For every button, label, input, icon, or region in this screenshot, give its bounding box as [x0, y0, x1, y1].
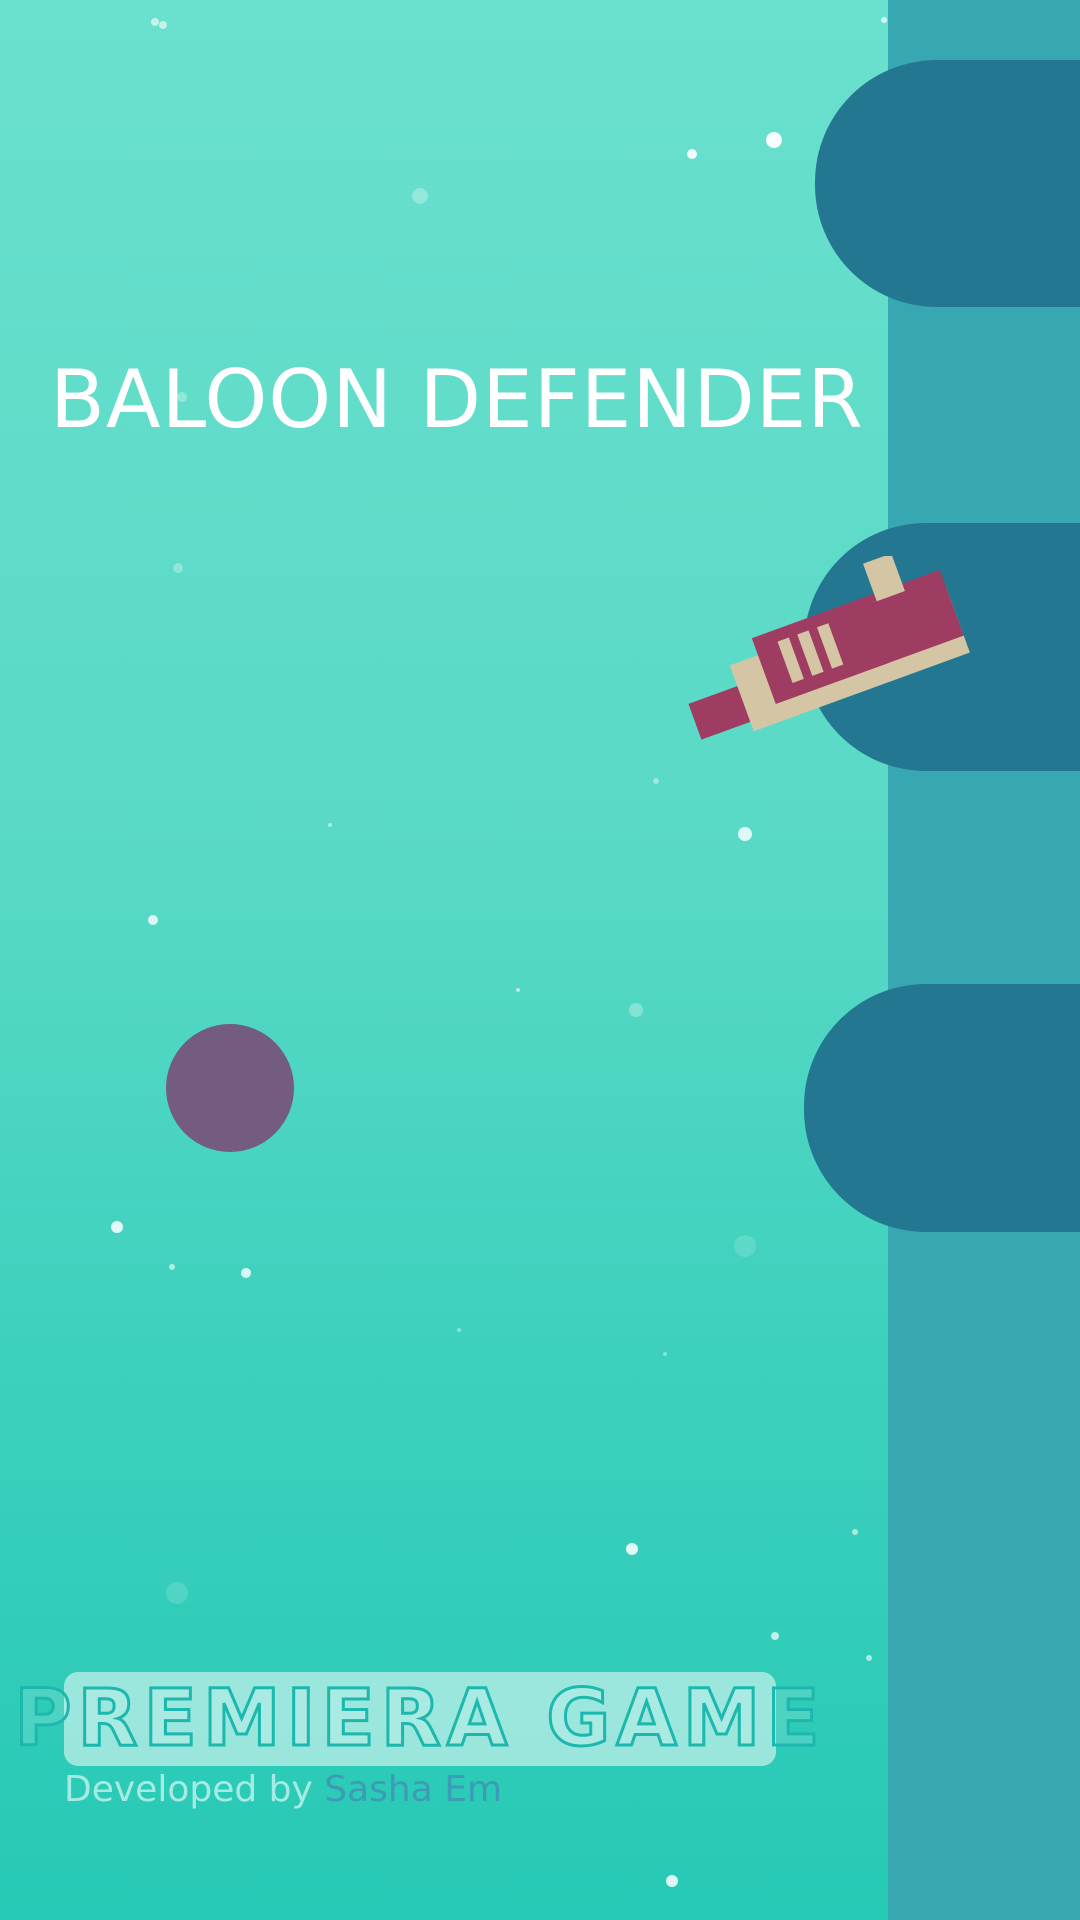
gun-icon[interactable]: [670, 556, 970, 756]
developer-name: Sasha Em: [324, 1769, 503, 1810]
credit-prefix: Developed by: [64, 1769, 313, 1810]
pillar-bottom: [804, 984, 1080, 1232]
game-title: BALOON DEFENDER: [50, 353, 864, 446]
pillar-top: [815, 60, 1080, 307]
game-scene[interactable]: BALOON DEFENDER PREMIERA GAME Developed …: [0, 0, 1080, 1920]
studio-logo: PREMIERA GAME: [13, 1672, 821, 1766]
logo-text: PREMIERA GAME: [13, 1673, 826, 1766]
balloon-icon[interactable]: [166, 1024, 294, 1152]
developer-credit: Developed by Sasha Em: [64, 1766, 502, 1814]
